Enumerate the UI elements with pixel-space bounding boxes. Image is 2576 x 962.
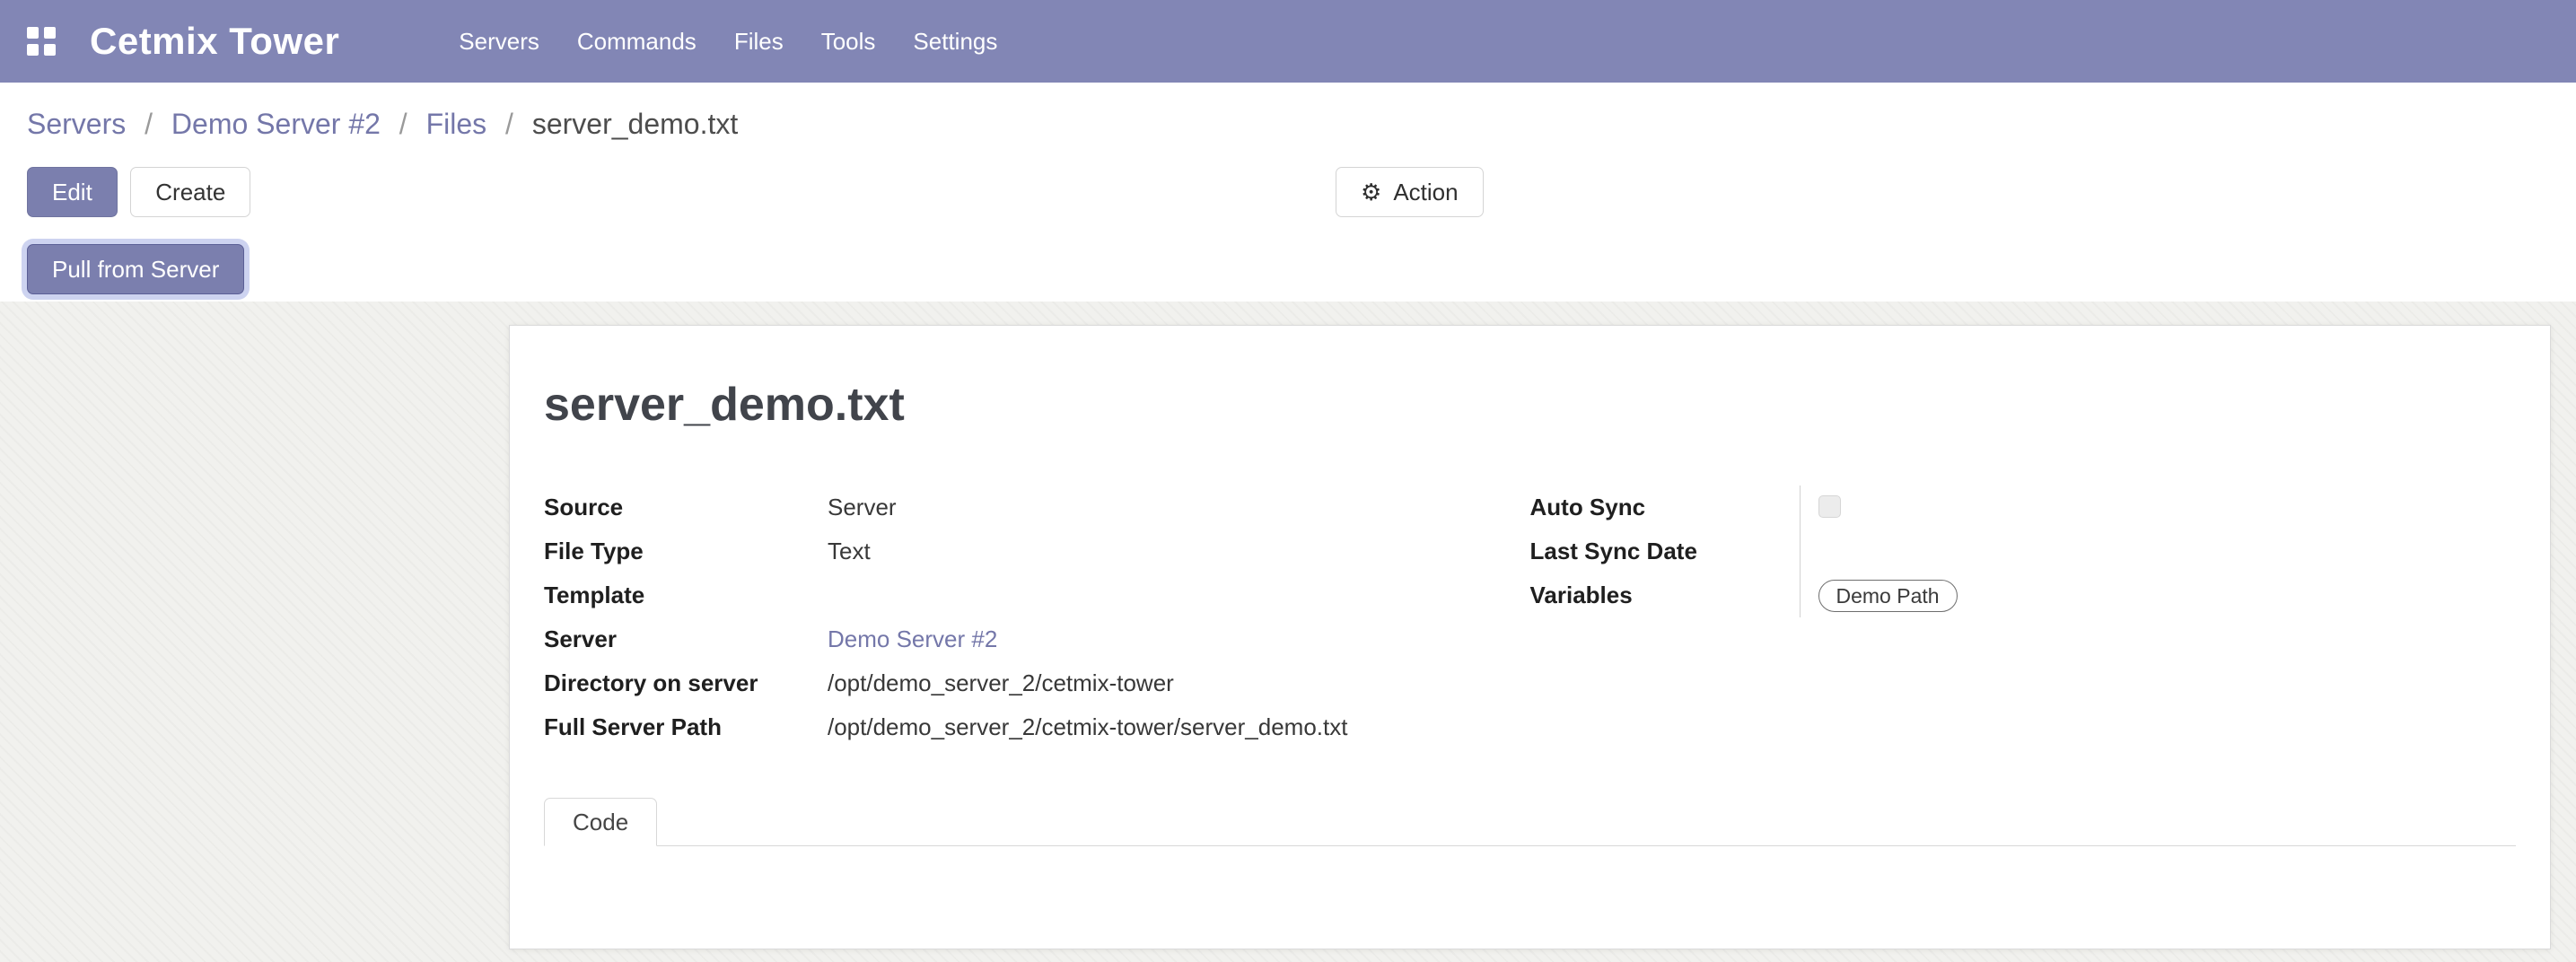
field-value: /opt/demo_server_2/cetmix-tower [828, 661, 1174, 705]
action-button[interactable]: ⚙ Action [1336, 167, 1484, 217]
menu-item-tools[interactable]: Tools [802, 28, 895, 56]
edit-button[interactable]: Edit [27, 167, 118, 217]
breadcrumb: Servers / Demo Server #2 / Files / serve… [0, 83, 2576, 145]
pull-row: Pull from Server [0, 244, 2576, 296]
record-title: server_demo.txt [544, 380, 2516, 430]
server-link[interactable]: Demo Server #2 [828, 617, 997, 661]
field-label: Variables [1530, 573, 1800, 617]
breadcrumb-separator: / [505, 108, 513, 140]
field-label: Directory on server [544, 661, 828, 705]
field-group-left: Source Server File Type Text Template Se… [544, 485, 1530, 749]
field-label: Server [544, 617, 828, 661]
field-value [1800, 485, 2517, 529]
control-panel: Servers / Demo Server #2 / Files / serve… [0, 83, 2576, 302]
field-value: Server [828, 485, 897, 529]
auto-sync-checkbox [1818, 495, 1841, 518]
menu-item-settings[interactable]: Settings [894, 28, 1016, 56]
breadcrumb-demo-server[interactable]: Demo Server #2 [171, 108, 381, 140]
breadcrumb-servers[interactable]: Servers [27, 108, 126, 140]
field-label: Template [544, 573, 828, 617]
field-group-right: Auto Sync Last Sync Date Variables Demo … [1530, 485, 2517, 749]
top-navbar: Cetmix Tower Servers Commands Files Tool… [0, 0, 2576, 83]
field-label: Last Sync Date [1530, 529, 1800, 573]
notebook: Code [544, 798, 2516, 936]
breadcrumb-separator: / [399, 108, 407, 140]
tab-bar: Code [544, 798, 2516, 846]
create-button[interactable]: Create [130, 167, 250, 217]
breadcrumb-separator: / [145, 108, 153, 140]
main-menu: Servers Commands Files Tools Settings [440, 0, 1016, 83]
field-row-file-type: File Type Text [544, 529, 1530, 573]
field-value: Text [828, 529, 871, 573]
field-row-variables: Variables Demo Path [1530, 573, 2517, 617]
gear-icon: ⚙ [1361, 180, 1381, 204]
field-row-template: Template [544, 573, 1530, 617]
field-row-directory: Directory on server /opt/demo_server_2/c… [544, 661, 1530, 705]
tab-code[interactable]: Code [544, 798, 657, 846]
pull-from-server-button[interactable]: Pull from Server [27, 244, 244, 294]
field-row-source: Source Server [544, 485, 1530, 529]
field-value [1800, 529, 2517, 573]
field-groups: Source Server File Type Text Template Se… [544, 485, 2516, 749]
app-brand: Cetmix Tower [90, 20, 339, 63]
field-row-server: Server Demo Server #2 [544, 617, 1530, 661]
variable-tag: Demo Path [1818, 580, 1958, 612]
menu-item-commands[interactable]: Commands [558, 28, 715, 56]
field-label: Auto Sync [1530, 485, 1800, 529]
menu-item-servers[interactable]: Servers [440, 28, 558, 56]
action-button-label: Action [1393, 179, 1458, 206]
field-row-last-sync: Last Sync Date [1530, 529, 2517, 573]
button-row: Edit Create ⚙ Action [0, 167, 2576, 217]
tab-pane-code [544, 846, 2516, 936]
apps-grid-icon[interactable] [27, 27, 56, 56]
field-value: Demo Path [1800, 573, 2517, 617]
content-background: server_demo.txt Source Server File Type … [0, 302, 2576, 962]
field-label: Full Server Path [544, 705, 828, 749]
field-label: File Type [544, 529, 828, 573]
breadcrumb-files[interactable]: Files [426, 108, 487, 140]
breadcrumb-current: server_demo.txt [532, 108, 738, 140]
field-label: Source [544, 485, 828, 529]
field-row-full-path: Full Server Path /opt/demo_server_2/cetm… [544, 705, 1530, 749]
form-sheet: server_demo.txt Source Server File Type … [509, 325, 2551, 949]
menu-item-files[interactable]: Files [715, 28, 802, 56]
field-value: /opt/demo_server_2/cetmix-tower/server_d… [828, 705, 1347, 749]
field-row-auto-sync: Auto Sync [1530, 485, 2517, 529]
